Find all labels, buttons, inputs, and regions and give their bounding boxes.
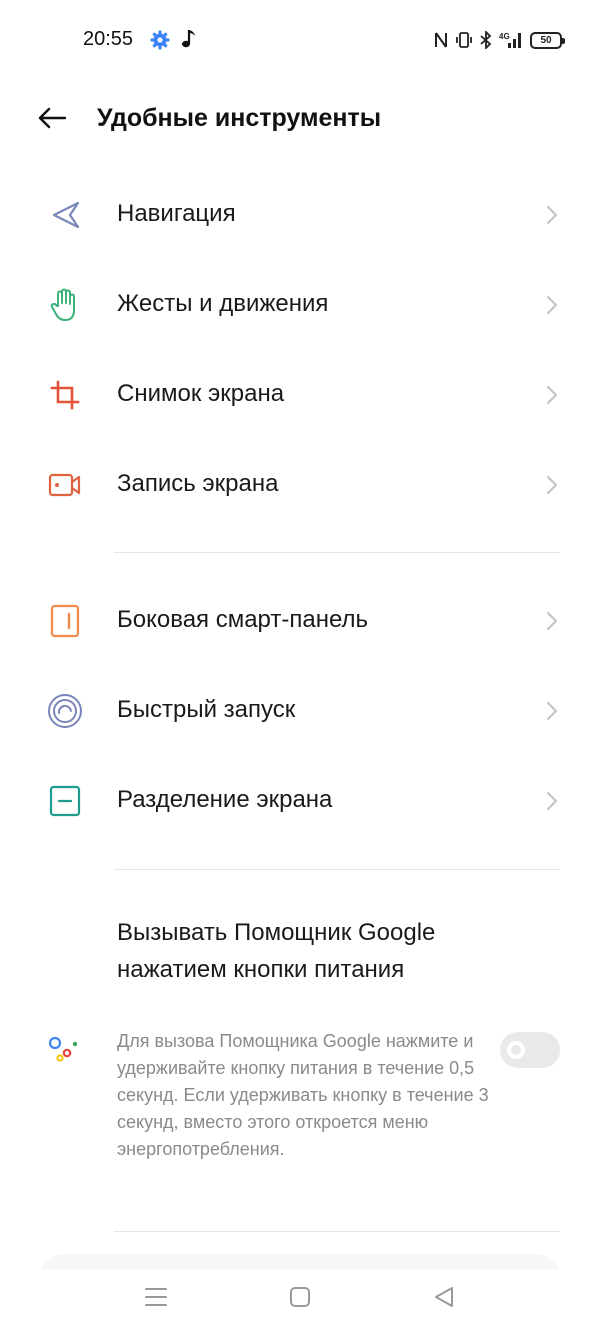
chevron-right-icon	[546, 385, 558, 405]
toggle-knob	[507, 1041, 525, 1059]
nfc-icon	[435, 32, 447, 48]
battery-icon: 50	[530, 31, 565, 49]
menu-item-label: Боковая смарт-панель	[117, 606, 369, 633]
back-button[interactable]	[32, 98, 72, 138]
menu-item-navigation[interactable]: Навигация	[0, 170, 600, 260]
divider	[114, 1231, 560, 1232]
crop-screenshot-icon	[46, 376, 84, 414]
back-triangle-icon	[435, 1287, 453, 1307]
vibrate-icon	[456, 32, 472, 48]
music-note-icon	[182, 30, 195, 48]
menu-item-smart-sidebar[interactable]: Боковая смарт-панель	[0, 576, 600, 666]
menu-item-label: Снимок экрана	[117, 380, 285, 407]
chevron-right-icon	[546, 701, 558, 721]
menu-item-label: Разделение экрана	[117, 786, 333, 813]
split-screen-icon	[46, 782, 84, 820]
menu-item-gestures[interactable]: Жесты и движения	[0, 260, 600, 350]
chevron-right-icon	[546, 295, 558, 315]
chevron-right-icon	[546, 205, 558, 225]
side-panel-icon	[46, 602, 84, 640]
recent-apps-button[interactable]	[136, 1282, 176, 1312]
home-square-icon	[290, 1287, 310, 1307]
home-button[interactable]	[280, 1282, 320, 1312]
menu-item-label: Запись экрана	[117, 470, 279, 497]
settings-gear-icon	[150, 30, 170, 50]
network-type-label: 4G	[499, 32, 510, 41]
quick-launch-icon	[46, 692, 84, 730]
status-icons: 4G 50	[434, 29, 565, 51]
chevron-right-icon	[546, 475, 558, 495]
battery-level: 50	[540, 34, 552, 46]
system-nav-bar	[0, 1270, 600, 1333]
divider	[114, 552, 560, 553]
google-assistant-icon	[48, 1036, 78, 1062]
assistant-description: Для вызова Помощника Google нажмите и уд…	[117, 1031, 489, 1159]
assistant-title: Вызывать Помощник Google нажатием кнопки…	[117, 919, 436, 983]
status-bar: 20:55 4G 50	[0, 0, 600, 80]
menu-item-split-screen[interactable]: Разделение экрана	[0, 756, 600, 846]
menu-item-quick-launch[interactable]: Быстрый запуск	[0, 666, 600, 756]
screen-record-icon	[46, 466, 84, 504]
divider	[114, 869, 560, 870]
chevron-right-icon	[546, 791, 558, 811]
bluetooth-icon	[480, 31, 492, 49]
google-assistant-setting: Вызывать Помощник Google нажатием кнопки…	[0, 910, 600, 1200]
menu-lines-icon	[145, 1288, 167, 1306]
signal-4g-icon: 4G	[499, 32, 521, 48]
app-header: Удобные инструменты	[0, 88, 600, 148]
hand-gesture-icon	[46, 286, 84, 324]
menu-item-label: Навигация	[117, 200, 236, 227]
menu-item-label: Жесты и движения	[117, 290, 329, 317]
nav-back-button[interactable]	[424, 1282, 464, 1312]
menu-item-label: Быстрый запуск	[117, 696, 296, 723]
menu-item-screen-record[interactable]: Запись экрана	[0, 440, 600, 530]
arrow-left-icon	[38, 107, 67, 129]
page-title: Удобные инструменты	[97, 104, 382, 132]
assistant-toggle-switch[interactable]	[500, 1032, 560, 1068]
status-time: 20:55	[83, 28, 134, 50]
chevron-right-icon	[546, 611, 558, 631]
menu-item-screenshot[interactable]: Снимок экрана	[0, 350, 600, 440]
navigation-icon	[46, 196, 84, 234]
